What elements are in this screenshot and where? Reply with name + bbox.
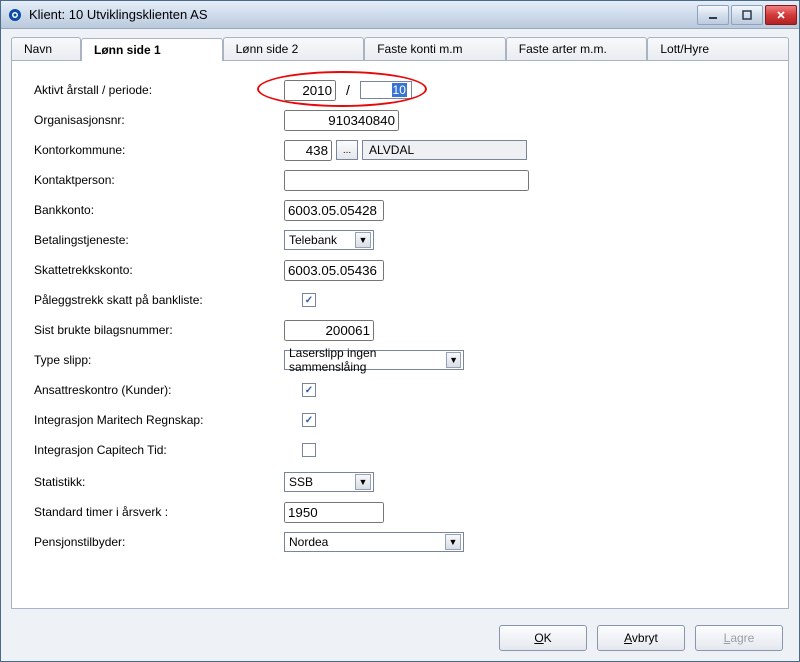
tab-faste-konti[interactable]: Faste konti m.m [364,37,506,60]
chevron-down-icon: ▼ [446,352,461,368]
orgnr-label: Organisasjonsnr: [34,113,284,127]
period-separator: / [340,82,356,98]
int-maritech-checkbox[interactable]: ✓ [302,413,316,427]
kontorkommune-name: ALVDAL [362,140,527,160]
close-button[interactable] [765,5,797,25]
aktivt-year-input[interactable] [284,80,336,101]
ansattreskontro-checkbox[interactable]: ✓ [302,383,316,397]
content-area: Navn Lønn side 1 Lønn side 2 Faste konti… [1,29,799,661]
ansattreskontro-label: Ansattreskontro (Kunder): [34,383,302,397]
aktivt-label: Aktivt årstall / periode: [34,83,284,97]
window-controls [697,5,797,25]
statistikk-select[interactable]: SSB ▼ [284,472,374,492]
std-timer-input[interactable] [284,502,384,523]
tab-lonn-side-1[interactable]: Lønn side 1 [81,38,223,61]
dialog-buttons: OK Avbryt Lagre [1,617,799,661]
bankkonto-label: Bankkonto: [34,203,284,217]
tab-lott-hyre[interactable]: Lott/Hyre [647,37,789,60]
int-capitech-checkbox[interactable] [302,443,316,457]
pensjon-select[interactable]: Nordea ▼ [284,532,464,552]
chevron-down-icon: ▼ [355,232,371,248]
maximize-button[interactable] [731,5,763,25]
statistikk-label: Statistikk: [34,475,284,489]
type-slipp-value: Laserslipp ingen sammenslåing [289,346,442,374]
paleggstrekk-label: Påleggstrekk skatt på bankliste: [34,293,302,307]
betalingstjeneste-value: Telebank [289,233,337,247]
int-capitech-label: Integrasjon Capitech Tid: [34,443,302,457]
form-panel: Aktivt årstall / periode: / 10 Organisas… [11,60,789,609]
bilagsnr-input[interactable] [284,320,374,341]
dialog-window: Klient: 10 Utviklingsklienten AS Navn Lø… [0,0,800,662]
betalingstjeneste-select[interactable]: Telebank ▼ [284,230,374,250]
kontorkommune-lookup-button[interactable]: ... [336,140,358,160]
tab-faste-arter[interactable]: Faste arter m.m. [506,37,648,60]
minimize-button[interactable] [697,5,729,25]
ok-button[interactable]: OK [499,625,587,651]
kontaktperson-label: Kontaktperson: [34,173,284,187]
std-timer-label: Standard timer i årsverk : [34,505,284,519]
app-icon [7,7,23,23]
tab-navn[interactable]: Navn [11,37,81,60]
kontorkommune-label: Kontorkommune: [34,143,284,157]
statistikk-value: SSB [289,475,313,489]
type-slipp-select[interactable]: Laserslipp ingen sammenslåing ▼ [284,350,464,370]
betalingstjeneste-label: Betalingstjeneste: [34,233,284,247]
avbryt-button[interactable]: Avbryt [597,625,685,651]
skattetrekkskonto-input[interactable] [284,260,384,281]
window-title: Klient: 10 Utviklingsklienten AS [29,7,697,22]
titlebar: Klient: 10 Utviklingsklienten AS [1,1,799,29]
pensjon-label: Pensjonstilbyder: [34,535,284,549]
skattetrekkskonto-label: Skattetrekkskonto: [34,263,284,277]
chevron-down-icon: ▼ [355,474,371,490]
chevron-down-icon: ▼ [445,534,461,550]
pensjon-value: Nordea [289,535,328,549]
int-maritech-label: Integrasjon Maritech Regnskap: [34,413,302,427]
kontorkommune-code-input[interactable] [284,140,332,161]
paleggstrekk-checkbox[interactable]: ✓ [302,293,316,307]
type-slipp-label: Type slipp: [34,353,284,367]
tab-lonn-side-2[interactable]: Lønn side 2 [223,37,365,60]
lagre-button[interactable]: Lagre [695,625,783,651]
bilagsnr-label: Sist brukte bilagsnummer: [34,323,284,337]
orgnr-input[interactable] [284,110,399,131]
bankkonto-input[interactable] [284,200,384,221]
kontaktperson-input[interactable] [284,170,529,191]
aktivt-period-input[interactable]: 10 [360,81,412,99]
tabs: Navn Lønn side 1 Lønn side 2 Faste konti… [1,29,799,60]
